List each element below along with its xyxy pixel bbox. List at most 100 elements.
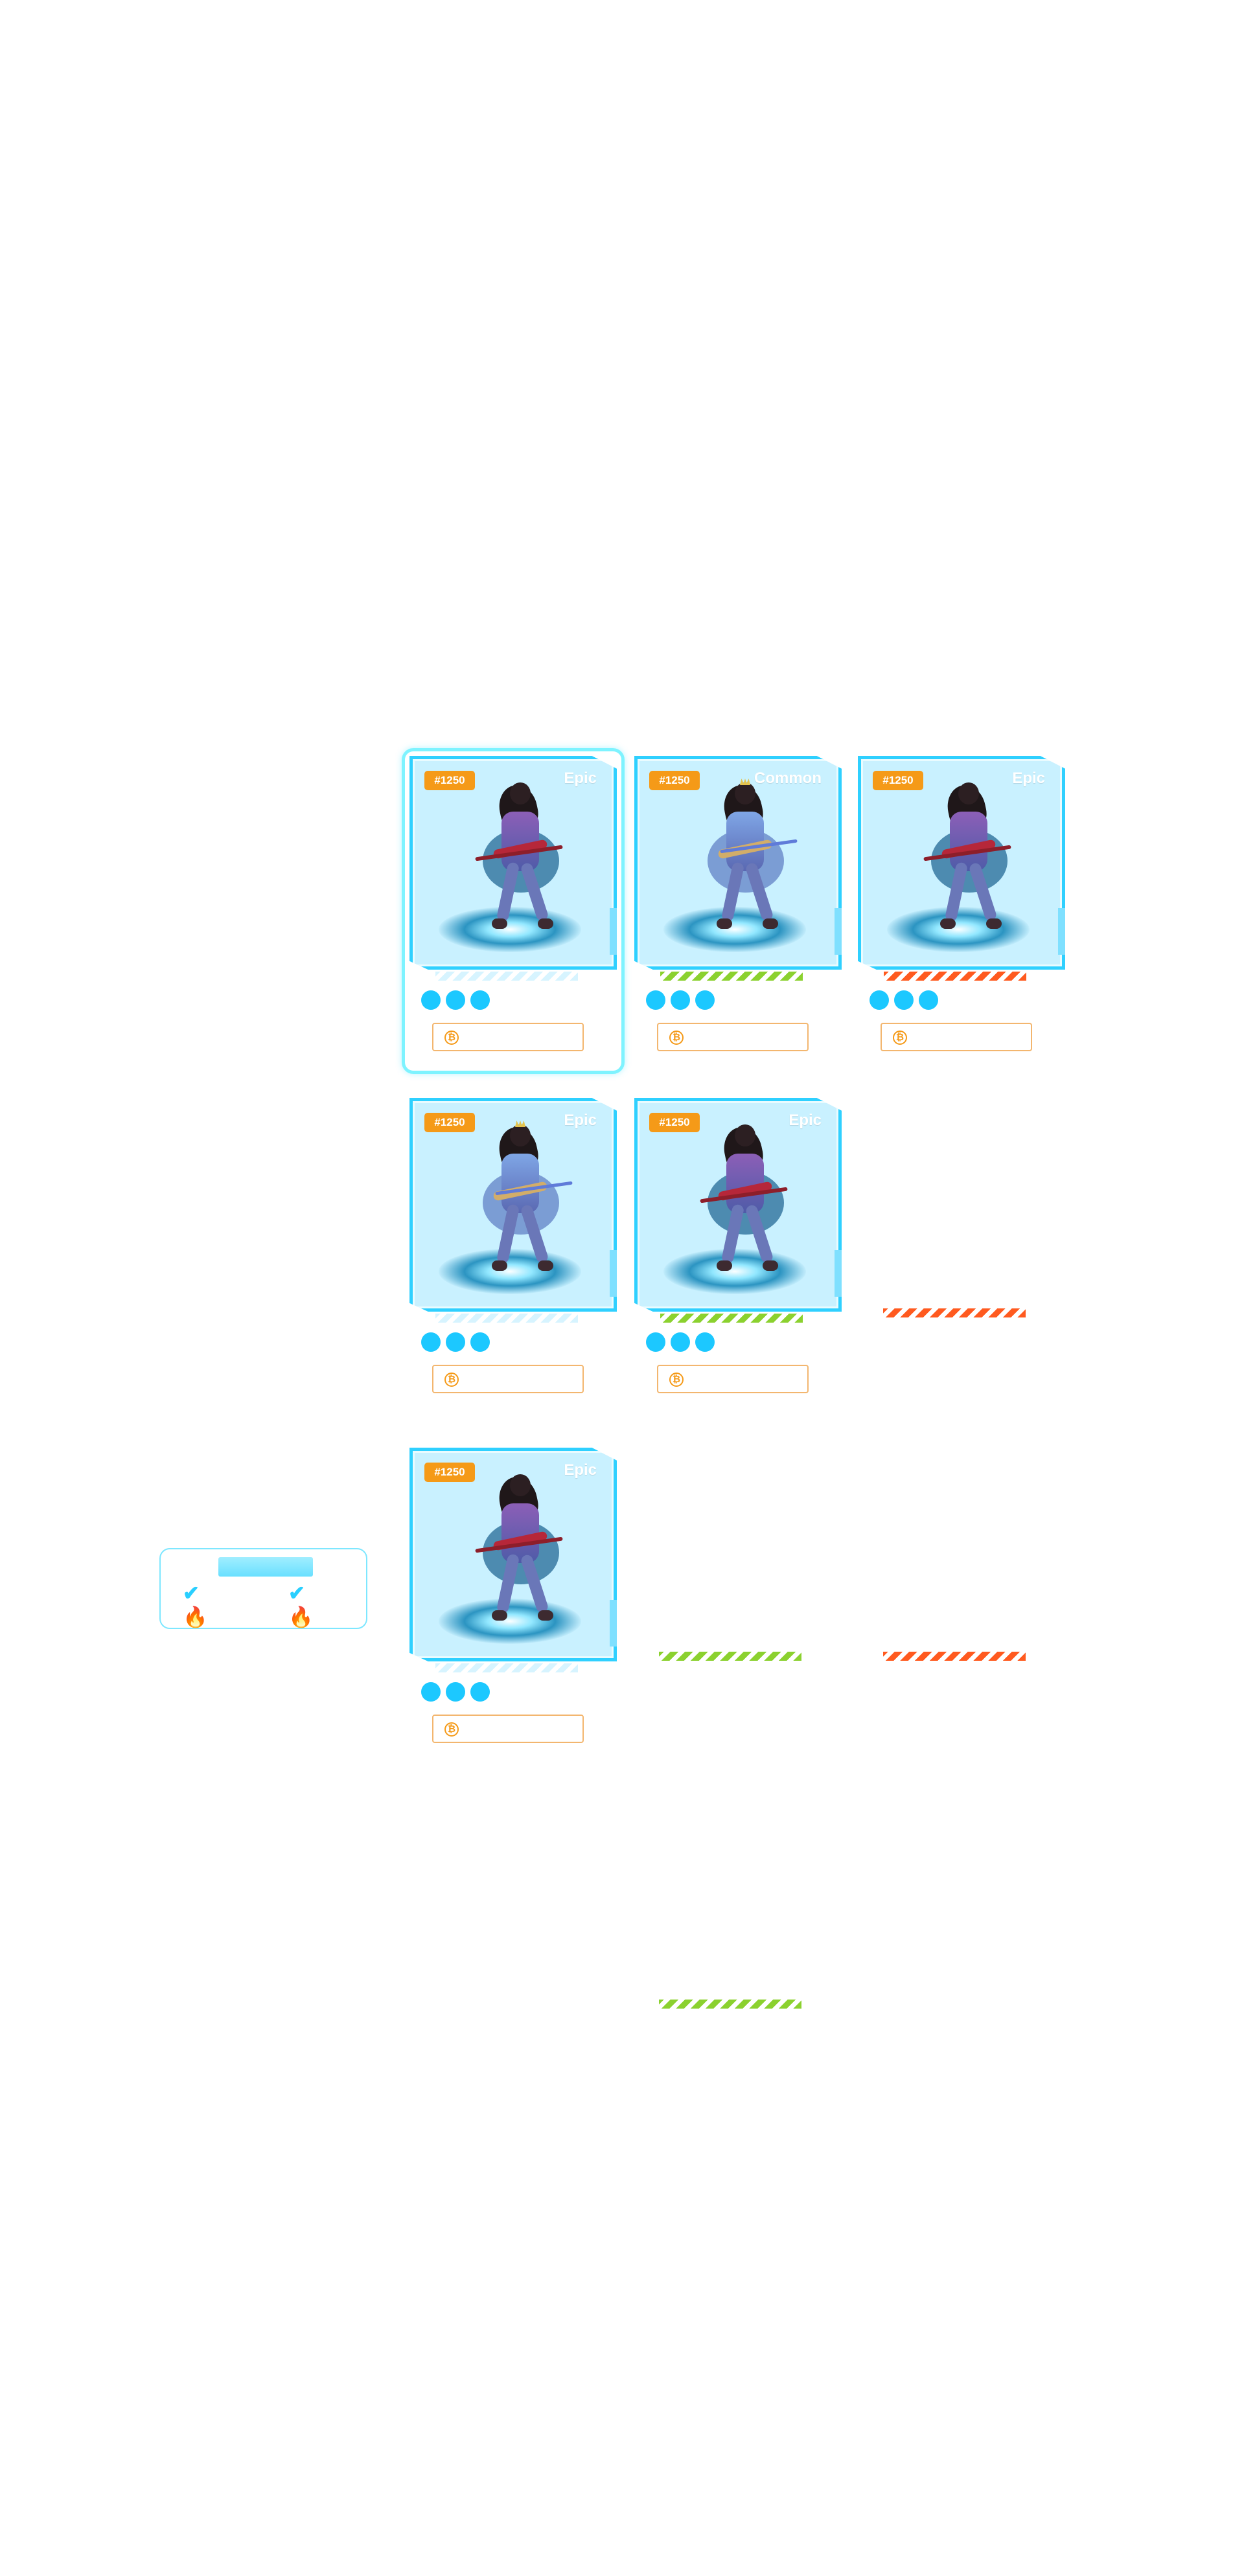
hero-illustration [475,1473,563,1626]
stat-dot [470,1682,490,1702]
rarity-stripe [435,1314,578,1323]
filter-pill[interactable] [218,1557,313,1577]
hero-head [510,1474,531,1496]
bitcoin-icon: ₿ [669,1031,684,1045]
stat-dot [446,1682,465,1702]
hero-head [735,782,755,804]
nft-card[interactable]: #1250 Common ₿ [634,756,842,1051]
hero-boot1 [940,918,956,929]
nft-card[interactable]: #1250 Epic ₿ [634,1098,842,1393]
rarity-label: Epic [789,1111,822,1129]
hero-head [958,782,979,804]
stat-dot [421,990,441,1010]
rarity-stripe [883,1308,1026,1317]
hero-boot2 [986,918,1002,929]
hero-boot1 [492,1610,507,1621]
filter-panel[interactable]: ✔🔥 ✔🔥 [159,1548,367,1629]
card-id-badge: #1250 [649,771,700,790]
rarity-label: Epic [564,1461,597,1479]
rarity-stripe [435,972,578,981]
price-field[interactable]: ₿ [657,1023,809,1051]
stat-dot [671,1332,690,1352]
bitcoin-icon: ₿ [893,1031,907,1045]
card-art-panel: #1250 Epic [409,1448,617,1661]
stat-dot [695,990,715,1010]
stat-dot [695,1332,715,1352]
hero-boot1 [717,918,732,929]
rarity-stripe [435,1663,578,1672]
bitcoin-icon: ₿ [444,1373,459,1387]
stat-dot [421,1682,441,1702]
nft-card[interactable]: #1250 Epic ₿ [409,1098,617,1393]
hero-boot2 [538,1610,553,1621]
price-field[interactable]: ₿ [881,1023,1032,1051]
rarity-stripe [660,1314,803,1323]
rarity-label: Epic [564,769,597,787]
price-field[interactable]: ₿ [432,1715,584,1743]
stat-dot [446,1332,465,1352]
stat-dots [421,1682,490,1702]
rarity-label: Common [754,769,822,787]
bitcoin-icon: ₿ [669,1373,684,1387]
hero-illustration [475,781,563,935]
stat-dot [470,1332,490,1352]
card-id-badge: #1250 [424,771,475,790]
nft-card[interactable]: #1250 Epic ₿ [858,756,1065,1051]
bitcoin-icon: ₿ [444,1031,459,1045]
card-id-badge: #1250 [424,1113,475,1132]
card-art-panel: #1250 Epic [634,1098,842,1312]
price-field[interactable]: ₿ [432,1365,584,1393]
hero-head [735,1124,755,1146]
rarity-stripe [659,1652,801,1661]
rarity-label: Epic [1012,769,1045,787]
price-field[interactable]: ₿ [432,1023,584,1051]
stat-dots [421,990,490,1010]
stat-dot [646,990,665,1010]
nft-card[interactable]: #1250 Epic ₿ [409,1448,617,1743]
stat-dot [894,990,914,1010]
hero-head [510,782,531,804]
stat-dots [870,990,938,1010]
rarity-stripe [660,972,803,981]
hero-illustration [483,1121,573,1277]
nft-card[interactable]: #1250 Epic ₿ [402,748,625,1074]
price-field[interactable]: ₿ [657,1365,809,1393]
card-art-panel: #1250 Epic [409,756,617,970]
card-id-badge: #1250 [649,1113,700,1132]
card-id-badge: #1250 [424,1463,475,1482]
bitcoin-icon: ₿ [444,1722,459,1737]
stat-dot [919,990,938,1010]
stat-dots [421,1332,490,1352]
crown-icon [515,1121,525,1127]
hero-boot2 [763,918,778,929]
stat-dot [870,990,889,1010]
stat-dot [470,990,490,1010]
stat-dots [646,1332,715,1352]
card-id-badge: #1250 [873,771,923,790]
hero-illustration [700,1123,788,1277]
rarity-stripe [883,1652,1026,1661]
card-art-panel: #1250 Epic [858,756,1065,970]
hero-illustration [923,781,1011,935]
hero-boot1 [717,1260,732,1271]
rarity-label: Epic [564,1111,597,1129]
checkmark-fire-icon[interactable]: ✔🔥 [183,1582,220,1628]
rarity-stripe [884,972,1026,981]
crown-icon [740,779,750,785]
card-art-panel: #1250 Common [634,756,842,970]
checkmark-fire-icon[interactable]: ✔🔥 [288,1582,326,1628]
card-art-panel: #1250 Epic [409,1098,617,1312]
stat-dot [421,1332,441,1352]
stat-dot [671,990,690,1010]
stat-dot [446,990,465,1010]
hero-boot2 [763,1260,778,1271]
hero-illustration [708,779,798,935]
hero-boot2 [538,1260,553,1271]
hero-boot2 [538,918,553,929]
hero-head [510,1124,531,1146]
stat-dots [646,990,715,1010]
stat-dot [646,1332,665,1352]
hero-boot1 [492,1260,507,1271]
hero-boot1 [492,918,507,929]
rarity-stripe [659,2000,801,2009]
